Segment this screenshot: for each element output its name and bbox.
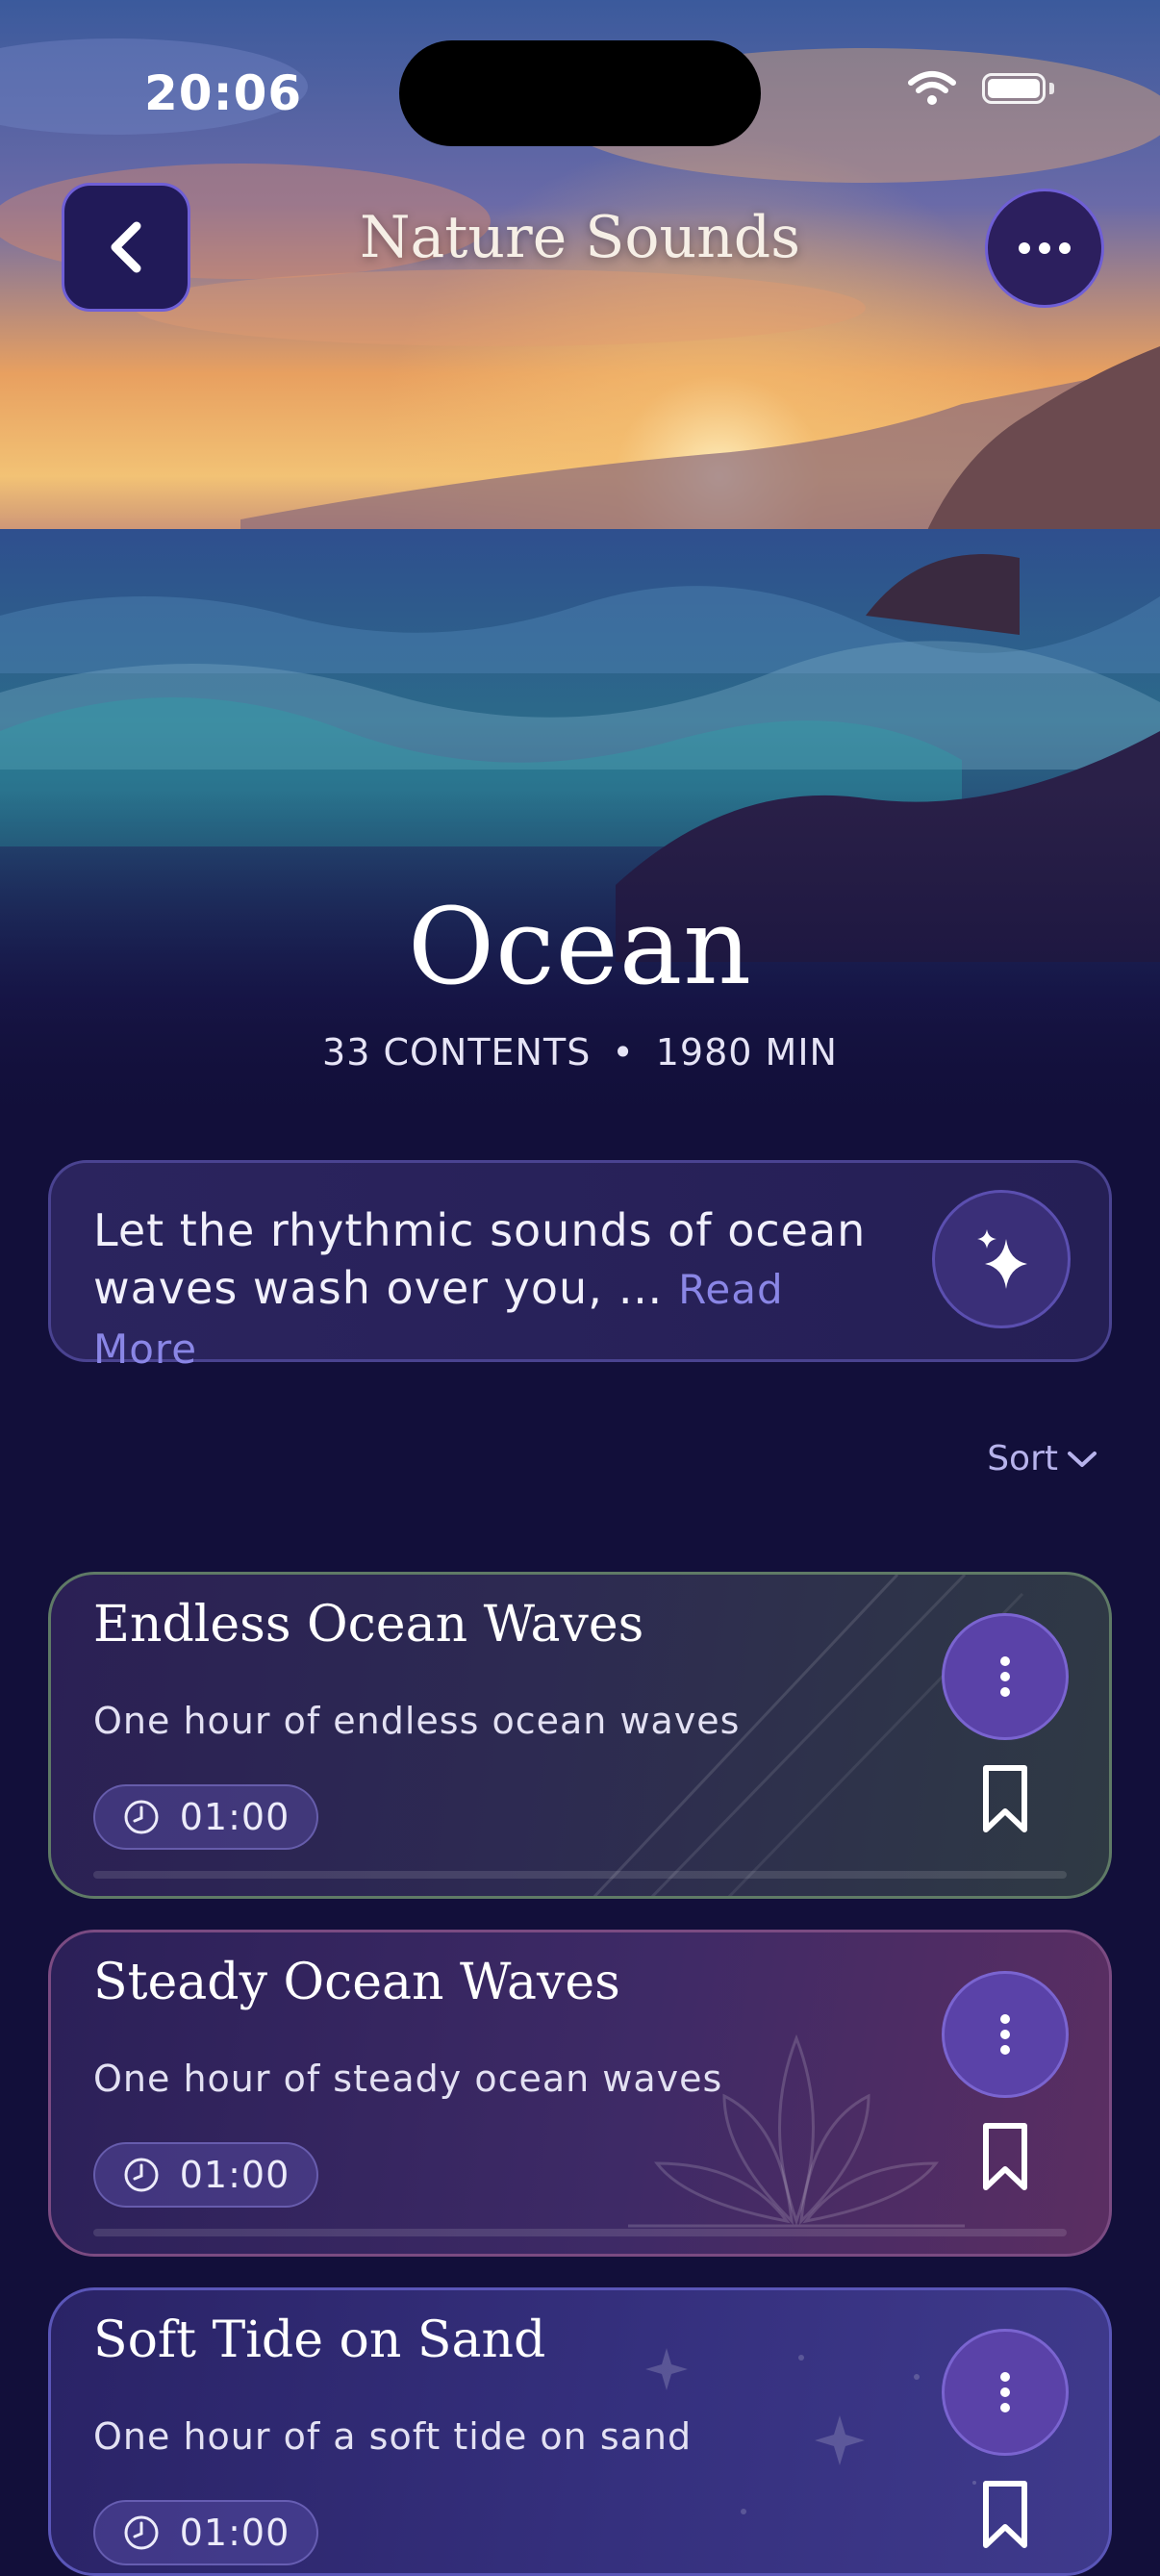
track-duration: 01:00 [93,2142,318,2208]
ellipsis-vertical-icon [1000,2372,1010,2412]
track-subtitle: One hour of endless ocean waves [93,1700,741,1742]
bookmark-icon[interactable] [980,2121,1030,2192]
track-menu-button[interactable] [942,2329,1069,2456]
track-title: Soft Tide on Sand [93,2311,546,2369]
ellipsis-vertical-icon [1000,2014,1010,2055]
bookmark-icon[interactable] [980,2479,1030,2550]
status-icons [907,69,1054,108]
battery-icon [982,73,1046,104]
ellipsis-vertical-icon [1000,1656,1010,1697]
track-card[interactable]: Steady Ocean Waves One hour of steady oc… [48,1930,1112,2257]
sparkle-icon [977,1229,1027,1289]
ai-sparkle-button[interactable] [932,1190,1071,1328]
track-title: Steady Ocean Waves [93,1954,620,2011]
track-duration: 01:00 [93,1784,318,1850]
meta-separator: • [612,1031,635,1073]
clock-icon [124,1800,159,1834]
more-options-button[interactable] [985,189,1104,308]
track-duration: 01:00 [93,2500,318,2565]
description-card: Let the rhythmic sounds of ocean waves w… [48,1160,1112,1373]
contents-count: 33 CONTENTS [322,1031,592,1073]
track-menu-button[interactable] [942,1971,1069,2098]
collection-meta: 33 CONTENTS • 1980 MIN [0,1031,1160,1073]
clock-icon [124,2158,159,2192]
track-title: Endless Ocean Waves [93,1596,644,1654]
clock-icon [124,2515,159,2550]
sort-label: Sort [987,1439,1058,1478]
description-text: Let the rhythmic sounds of ocean waves w… [93,1201,882,1378]
collection-title: Ocean [407,885,753,1008]
ellipsis-horizontal-icon [1019,242,1071,254]
dynamic-island [399,40,761,146]
track-duration-text: 01:00 [179,2512,290,2554]
track-progress-bar [93,1871,1067,1879]
status-time: 20:06 [144,65,303,121]
track-progress-bar [93,2229,1067,2236]
chevron-down-icon [1068,1451,1097,1467]
track-card[interactable]: Endless Ocean Waves One hour of endless … [48,1572,1112,1899]
track-menu-button[interactable] [942,1613,1069,1740]
sort-button[interactable]: Sort [987,1439,1098,1478]
wifi-icon [908,71,956,105]
track-duration-text: 01:00 [179,1796,290,1838]
track-subtitle: One hour of a soft tide on sand [93,2415,693,2458]
track-duration-text: 01:00 [179,2154,290,2196]
bookmark-icon[interactable] [980,1763,1030,1834]
track-subtitle: One hour of steady ocean waves [93,2058,723,2100]
total-duration: 1980 MIN [655,1031,838,1073]
track-card[interactable]: Soft Tide on Sand One hour of a soft tid… [48,2287,1112,2576]
